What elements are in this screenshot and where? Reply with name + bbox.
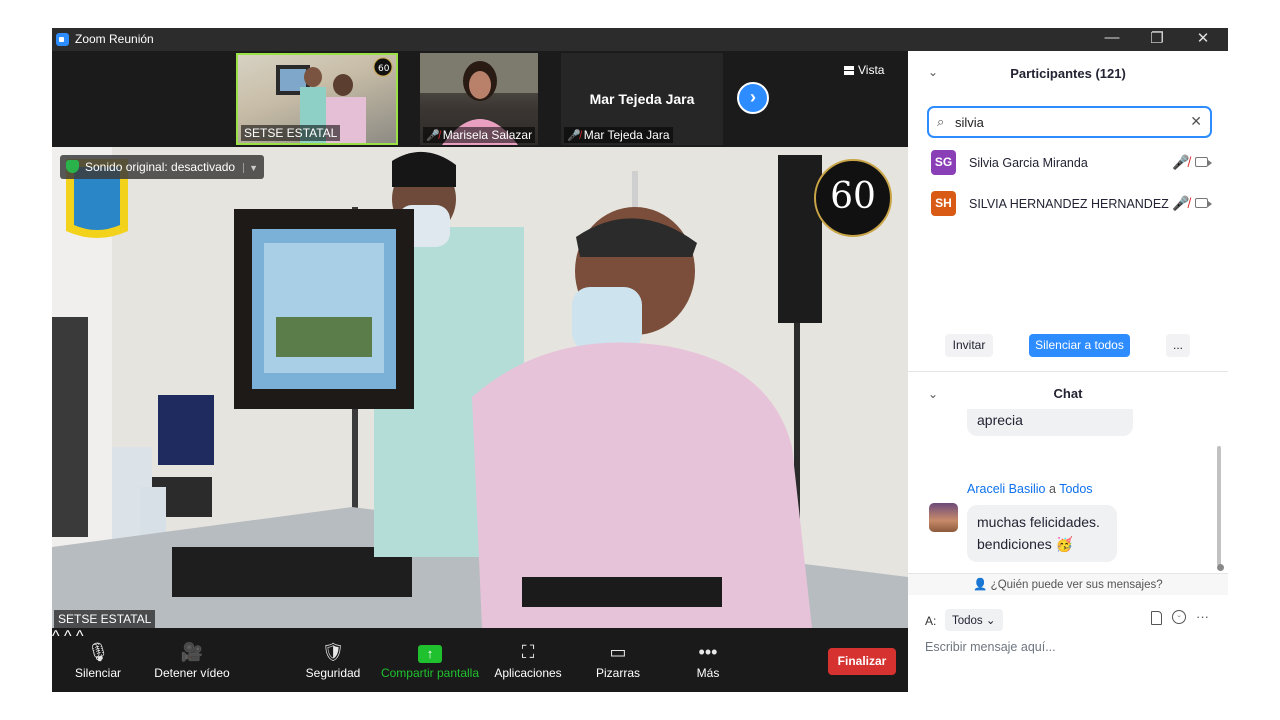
to-label: A:	[925, 614, 937, 628]
grid-view-icon	[844, 66, 854, 75]
chat-message: aprecia	[967, 409, 1133, 436]
recipient-name: Todos	[1059, 482, 1093, 496]
more-options-button[interactable]: ...	[1166, 334, 1190, 357]
share-screen-icon: ↑	[380, 642, 480, 666]
filmstrip: 60 SETSE ESTATAL 🎤̸ Marisela Salazar Mar …	[52, 51, 908, 147]
emoji-icon[interactable]: ᵕ	[1172, 610, 1186, 624]
participant-name: SILVIA HERNANDEZ HERNANDEZ	[969, 197, 1169, 211]
participant-search-input[interactable]	[955, 113, 1175, 131]
invite-button[interactable]: Invitar	[945, 334, 993, 357]
minimize-button[interactable]: —	[1097, 29, 1127, 46]
mute-button[interactable]: 🎙 Silenciar	[72, 628, 124, 692]
chat-title: Chat	[1053, 386, 1083, 401]
share-screen-button[interactable]: ↑ Compartir pantalla	[380, 628, 480, 692]
chat-scrollbar[interactable]	[1217, 446, 1221, 566]
mic-muted-icon: 🎤̸	[426, 130, 440, 142]
thumbnail-label: 🎤̸ Marisela Salazar	[423, 127, 536, 143]
view-button[interactable]: Vista	[844, 63, 884, 77]
meeting-toolbar: 🎙 Silenciar ^ 🎥 Detener vídeo ^ 🛡 Seguri…	[52, 628, 908, 692]
shield-icon: 🛡	[321, 642, 345, 662]
more-dots-icon: •••	[698, 642, 718, 662]
zoom-window: Zoom Reunión — ❐ ✕ 60 SETSE ESTATAL 🎤̸ M…	[52, 28, 1228, 692]
mic-muted-icon: 🎤̸	[1172, 154, 1190, 170]
title-bar: Zoom Reunión — ❐ ✕	[52, 28, 1228, 51]
video-camera-icon	[1195, 157, 1212, 167]
original-sound-badge[interactable]: Sonido original: desactivado ▼	[60, 155, 265, 179]
thumbnail-label: SETSE ESTATAL	[241, 125, 341, 141]
restore-button[interactable]: ❐	[1142, 29, 1172, 47]
who-can-see-link[interactable]: 👤 ¿Quién puede ver sus mensajes?	[908, 573, 1228, 595]
shield-check-icon	[66, 160, 79, 173]
end-meeting-button[interactable]: Finalizar	[828, 648, 896, 675]
apps-icon: ⛶	[521, 642, 535, 662]
thumbnail-setse-estatal[interactable]: 60 SETSE ESTATAL	[236, 53, 398, 145]
avatar: SH	[931, 191, 956, 216]
search-icon: ⌕	[937, 114, 945, 129]
window-title: Zoom Reunión	[75, 32, 154, 46]
anniversary-logo: 60	[814, 159, 892, 237]
chat-recipient-row: A: Todos ⌄ ᵕ ···	[908, 607, 1228, 631]
participant-search: ⌕ ✕	[927, 106, 1212, 138]
audio-options-chevron-icon[interactable]: ^	[52, 628, 60, 645]
thumbnail-marisela-salazar[interactable]: 🎤̸ Marisela Salazar	[420, 53, 538, 145]
person-icon: 👤	[973, 579, 988, 591]
video-options-chevron-icon[interactable]: ^	[64, 628, 72, 645]
zoom-app-icon	[56, 33, 69, 46]
clear-search-icon[interactable]: ✕	[1190, 113, 1202, 130]
next-page-chevron-icon[interactable]: ›	[737, 82, 769, 114]
participants-header: ⌄ Participantes (121)	[908, 51, 1228, 95]
microphone-icon: 🎙	[86, 642, 110, 662]
svg-text:60: 60	[378, 64, 390, 74]
video-camera-icon: 🎥	[180, 642, 204, 662]
participants-title: Participantes (121)	[1010, 66, 1126, 81]
mic-muted-icon: 🎤̸	[1172, 195, 1190, 211]
more-button[interactable]: ••• Más	[688, 628, 728, 692]
main-video: 60 Sonido original: desactivado ▼ SETSE E…	[52, 147, 908, 628]
thumbnail-mar-tejeda-jara[interactable]: Mar Tejeda Jara 🎤̸ Mar Tejeda Jara	[561, 53, 723, 145]
whiteboards-button[interactable]: ▭ Pizarras	[592, 628, 644, 692]
mic-muted-icon: 🎤̸	[567, 130, 581, 142]
whiteboard-icon: ▭	[609, 642, 627, 662]
participant-row[interactable]: SG Silvia Garcia Miranda 🎤̸	[908, 143, 1228, 183]
chat-sender-line: Araceli Basilio a Todos	[967, 482, 1093, 496]
video-area: 60 SETSE ESTATAL 🎤̸ Marisela Salazar Mar …	[52, 51, 908, 692]
mute-all-button[interactable]: Silenciar a todos	[1029, 334, 1130, 357]
participant-display-name: Mar Tejeda Jara	[589, 91, 695, 107]
recipient-select[interactable]: Todos ⌄	[945, 609, 1003, 631]
sender-name[interactable]: Araceli Basilio	[967, 482, 1046, 496]
chat-messages: aprecia Araceli Basilio a Todos muchas f…	[908, 409, 1222, 574]
scroll-thumb[interactable]	[1217, 564, 1224, 571]
more-dots-icon[interactable]: ···	[1196, 609, 1209, 624]
main-video-image	[52, 147, 908, 628]
file-icon[interactable]	[1151, 611, 1162, 625]
avatar: SG	[931, 150, 956, 175]
security-button[interactable]: 🛡 Seguridad	[303, 628, 363, 692]
participant-row[interactable]: SH SILVIA HERNANDEZ HERNANDEZ 🎤̸	[908, 184, 1228, 224]
thumbnail-label: 🎤̸ Mar Tejeda Jara	[564, 127, 673, 143]
divider	[908, 371, 1228, 372]
chevron-down-icon[interactable]: ▼	[243, 163, 258, 173]
participant-name: Silvia Garcia Miranda	[969, 156, 1088, 170]
avatar	[929, 503, 958, 532]
apps-button[interactable]: ⛶ Aplicaciones	[493, 628, 563, 692]
chat-message: muchas felicidades. bendiciones 🥳	[967, 505, 1117, 562]
stop-video-button[interactable]: 🎥 Detener vídeo	[152, 628, 232, 692]
main-video-label: SETSE ESTATAL	[54, 610, 156, 628]
close-button[interactable]: ✕	[1188, 29, 1218, 47]
side-panel: ⌄ Participantes (121) ⌕ ✕ SG Silvia Garc…	[908, 51, 1228, 692]
chat-message-input[interactable]	[925, 637, 1215, 657]
video-camera-icon	[1195, 198, 1212, 208]
